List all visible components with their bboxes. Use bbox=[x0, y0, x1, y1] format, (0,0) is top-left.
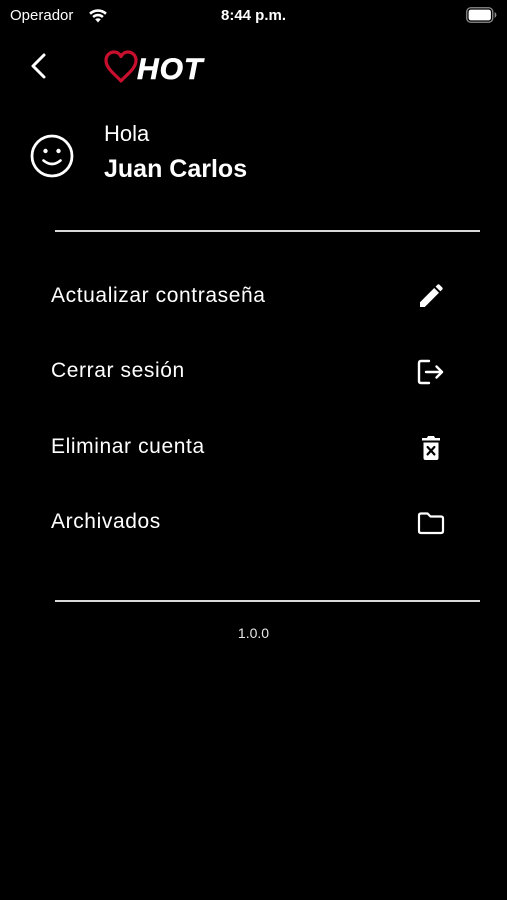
update-password-label: Actualizar contraseña bbox=[51, 284, 266, 307]
chevron-left-icon bbox=[31, 53, 46, 79]
heart-logo-icon: HOT bbox=[104, 50, 205, 86]
status-bar: Operador 8:44 p.m. bbox=[0, 0, 507, 32]
archived-button[interactable]: Archivados bbox=[51, 502, 451, 542]
greeting-text: Hola bbox=[104, 121, 150, 146]
battery-icon bbox=[466, 7, 497, 23]
logout-icon bbox=[417, 359, 444, 385]
delete-account-button[interactable]: Eliminar cuenta bbox=[51, 427, 451, 467]
clock: 8:44 p.m. bbox=[220, 7, 287, 24]
app-version: 1.0.0 bbox=[237, 625, 270, 641]
svg-text:HOT: HOT bbox=[137, 53, 205, 84]
logout-label: Cerrar sesión bbox=[51, 359, 185, 382]
logout-button[interactable]: Cerrar sesión bbox=[51, 351, 451, 391]
delete-account-label: Eliminar cuenta bbox=[51, 435, 205, 458]
user-name: Juan Carlos bbox=[104, 155, 248, 183]
smiley-avatar-icon bbox=[30, 134, 74, 178]
trash-icon bbox=[422, 436, 440, 460]
archived-label: Archivados bbox=[51, 510, 161, 533]
app-logo: HOT bbox=[104, 50, 224, 86]
update-password-button[interactable]: Actualizar contraseña bbox=[51, 276, 451, 316]
pencil-icon bbox=[420, 284, 443, 307]
folder-icon bbox=[417, 512, 445, 535]
back-button[interactable] bbox=[24, 50, 54, 82]
divider bbox=[55, 600, 480, 602]
divider bbox=[55, 230, 480, 232]
